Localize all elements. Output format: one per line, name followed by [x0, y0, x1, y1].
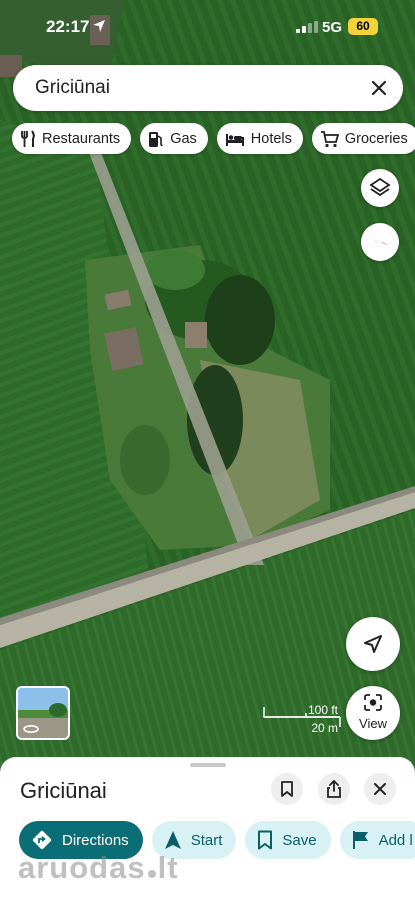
watermark: aruodas lt: [18, 850, 179, 886]
navigation-arrow-icon: [164, 831, 181, 849]
network-type: 5G: [322, 19, 343, 36]
signal-icon: [296, 21, 318, 33]
layers-icon: [369, 177, 391, 197]
location-arrow-icon: [93, 20, 105, 32]
chip-label: Restaurants: [42, 130, 121, 147]
category-chips: Restaurants Gas Hotels Groceries: [12, 123, 415, 154]
fork-knife-icon: [21, 129, 35, 147]
save-icon-button[interactable]: [271, 773, 303, 805]
save-label: Save: [282, 831, 317, 849]
scale-imperial: 100 ft: [307, 703, 338, 717]
bookmark-icon: [258, 830, 273, 850]
search-bar[interactable]: Griciūnai: [13, 65, 403, 111]
cart-icon: [320, 130, 339, 147]
search-query[interactable]: Griciūnai: [35, 77, 110, 99]
bookmark-icon: [281, 781, 293, 797]
chip-label: Gas: [170, 130, 197, 147]
gas-pump-icon: [149, 131, 164, 147]
status-time: 22:17: [46, 17, 90, 36]
scale-metric: 20 m: [311, 721, 338, 735]
close-sheet-button[interactable]: [364, 773, 396, 805]
watermark-text: aruodas: [18, 850, 146, 885]
directions-label: Directions: [62, 831, 129, 849]
bed-icon: [225, 133, 244, 146]
place-title: Griciūnai: [20, 778, 107, 803]
close-icon: [374, 783, 386, 795]
view-button[interactable]: View: [346, 686, 400, 740]
my-location-button[interactable]: [346, 617, 400, 671]
chip-hotels[interactable]: Hotels: [216, 123, 303, 154]
chip-label: Hotels: [250, 130, 292, 147]
status-bar: 22:17 5G 60: [0, 0, 415, 56]
watermark-dot: [147, 870, 156, 878]
watermark-tld: lt: [157, 850, 179, 885]
battery-indicator: 60: [348, 18, 378, 35]
map-scale: 100 ft 20 m: [262, 701, 342, 737]
rotate-360-icon: [23, 724, 39, 734]
chip-groceries[interactable]: Groceries: [311, 123, 415, 154]
compass-icon: [372, 239, 388, 245]
directions-icon: [32, 830, 52, 850]
save-button[interactable]: Save: [245, 821, 331, 859]
flag-icon: [352, 831, 368, 849]
add-label-button[interactable]: Add l: [339, 821, 415, 859]
navigation-arrow-icon: [364, 635, 382, 653]
chip-label: Groceries: [344, 130, 408, 147]
camera-lens-icon: [364, 694, 382, 711]
add-label-label: Add l: [378, 831, 413, 849]
chip-gas[interactable]: Gas: [140, 123, 208, 154]
compass-button[interactable]: [361, 223, 399, 261]
view-label: View: [359, 716, 387, 731]
street-view-thumbnail[interactable]: [16, 686, 70, 740]
layers-button[interactable]: [361, 169, 399, 207]
share-icon: [327, 780, 341, 798]
start-label: Start: [190, 831, 223, 849]
close-icon[interactable]: [367, 76, 391, 100]
sheet-drag-handle[interactable]: [190, 763, 226, 767]
chip-restaurants[interactable]: Restaurants: [12, 123, 132, 154]
share-button[interactable]: [318, 773, 350, 805]
